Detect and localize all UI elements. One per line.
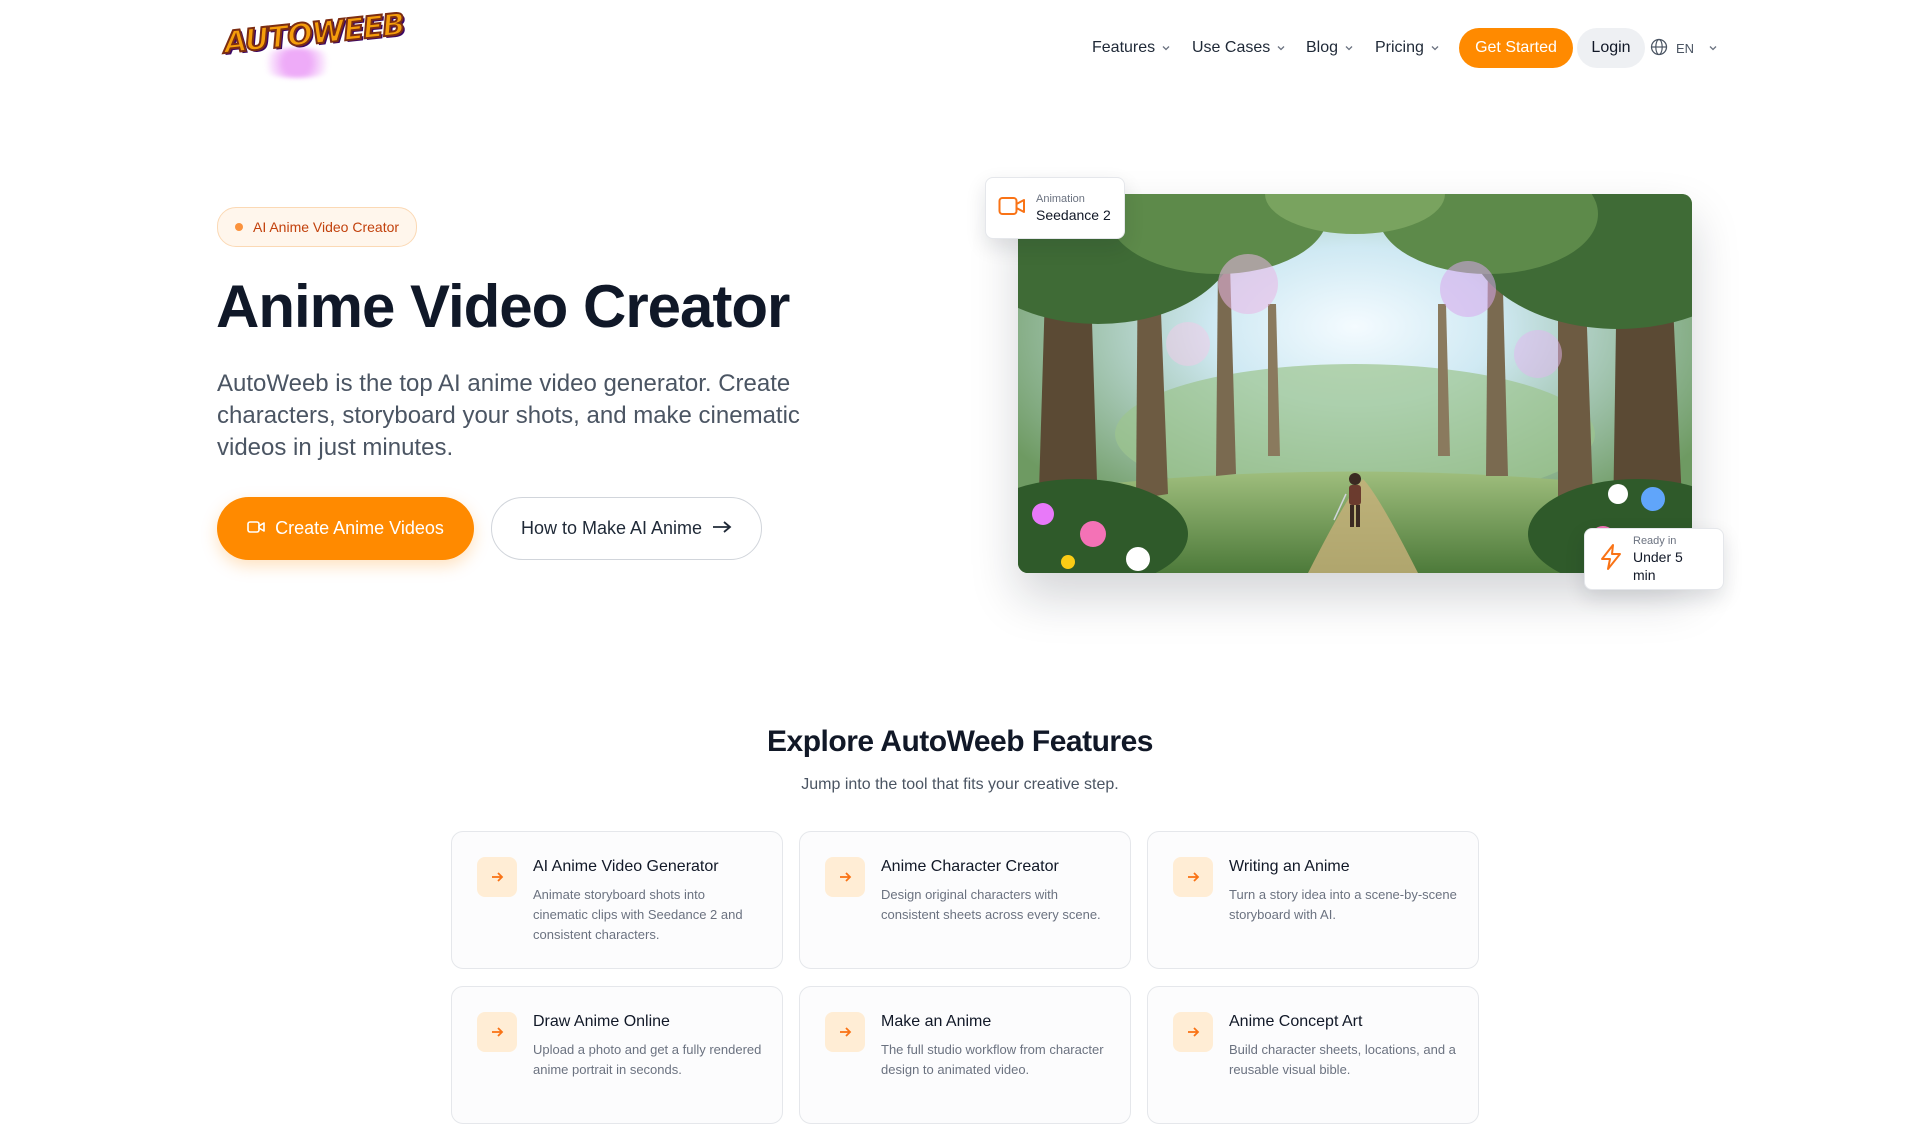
arrow-right-icon <box>477 857 517 897</box>
feature-card-description: The full studio workflow from character … <box>881 1042 1104 1077</box>
ready-card-label: Ready in <box>1633 535 1677 547</box>
feature-card-title: AI Anime Video Generator <box>533 858 719 875</box>
features-subtitle: Jump into the tool that fits your creati… <box>801 776 1119 793</box>
badge-dot <box>235 223 243 231</box>
feature-card-description: Design original characters with consiste… <box>881 887 1101 922</box>
arrow-right-icon <box>1173 857 1213 897</box>
feature-card-title: Make an Anime <box>881 1013 992 1030</box>
hero-title: Anime Video Creator <box>216 273 790 340</box>
feature-card-title: Anime Character Creator <box>881 858 1059 875</box>
hero-anime-forest-image <box>1018 194 1692 573</box>
arrow-right-icon <box>1173 1012 1213 1052</box>
get-started-button[interactable]: Get Started <box>1459 28 1573 68</box>
nav-features-label: Features <box>1092 39 1156 56</box>
nav-pricing[interactable]: Pricing <box>1375 28 1440 68</box>
login-button[interactable]: Login <box>1577 28 1645 68</box>
nav-use-cases[interactable]: Use Cases <box>1192 28 1286 68</box>
arrow-right-icon <box>477 1012 517 1052</box>
create-anime-videos-button[interactable]: Create Anime Videos <box>217 497 474 560</box>
nav-features[interactable]: Features <box>1092 28 1171 68</box>
language-selector[interactable]: EN <box>1650 28 1718 68</box>
feature-card-description: Build character sheets, locations, and a… <box>1229 1042 1456 1077</box>
ready-time-card: Ready in Under 5 min <box>1584 528 1724 590</box>
autoweeb-logo[interactable]: AUTOWEEB <box>220 6 407 78</box>
feature-card-title: Draw Anime Online <box>533 1013 670 1030</box>
nav-use-cases-label: Use Cases <box>1192 39 1271 56</box>
feature-card[interactable]: Anime Concept Art Build character sheets… <box>1147 986 1479 1124</box>
lightning-icon <box>1599 543 1623 576</box>
arrow-right-icon <box>712 518 732 539</box>
create-anime-videos-label: Create Anime Videos <box>275 518 444 538</box>
nav-pricing-label: Pricing <box>1375 39 1424 56</box>
video-camera-icon <box>998 195 1026 222</box>
feature-card[interactable]: Draw Anime Online Upload a photo and get… <box>451 986 783 1124</box>
site-header: AUTOWEEB Features Use Cases Blog Pricing… <box>0 0 1920 96</box>
nav-blog-label: Blog <box>1306 39 1339 56</box>
feature-card-title: Writing an Anime <box>1229 858 1350 875</box>
hero-description: AutoWeeb is the top AI anime video gener… <box>217 370 800 461</box>
arrow-right-icon <box>825 1012 865 1052</box>
feature-card-description: Upload a photo and get a fully rendered … <box>533 1042 762 1077</box>
globe-icon <box>1650 38 1668 59</box>
feature-card[interactable]: Anime Character Creator Design original … <box>799 831 1131 969</box>
ready-card-value: Under 5 min <box>1633 549 1683 583</box>
nav-blog[interactable]: Blog <box>1306 28 1354 68</box>
features-title: Explore AutoWeeb Features <box>767 725 1153 758</box>
language-label: EN <box>1676 40 1695 56</box>
animation-card-label: Animation <box>1036 193 1085 205</box>
feature-card-description: Turn a story idea into a scene-by-scene … <box>1229 887 1457 922</box>
feature-card[interactable]: Make an Anime The full studio workflow f… <box>799 986 1131 1124</box>
feature-card-title: Anime Concept Art <box>1229 1013 1363 1030</box>
chevron-down-icon <box>1344 43 1354 53</box>
hero-badge: AI Anime Video Creator <box>217 207 418 247</box>
animation-model-card: Animation Seedance 2 <box>985 177 1125 239</box>
hero-badge-label: AI Anime Video Creator <box>253 219 400 235</box>
feature-card[interactable]: Writing an Anime Turn a story idea into … <box>1147 831 1479 969</box>
how-to-label: How to Make AI Anime <box>520 518 703 538</box>
animation-card-value: Seedance 2 <box>1036 207 1111 223</box>
feature-card[interactable]: AI Anime Video Generator Animate storybo… <box>451 831 783 969</box>
chevron-down-icon <box>1161 43 1171 53</box>
chevron-down-icon <box>1708 43 1718 53</box>
video-camera-icon <box>247 518 265 539</box>
feature-card-description: Animate storyboard shots into cinematic … <box>533 887 743 942</box>
chevron-down-icon <box>1276 43 1286 53</box>
chevron-down-icon <box>1430 43 1440 53</box>
arrow-right-icon <box>825 857 865 897</box>
how-to-make-ai-anime-button[interactable]: How to Make AI Anime <box>491 497 762 560</box>
